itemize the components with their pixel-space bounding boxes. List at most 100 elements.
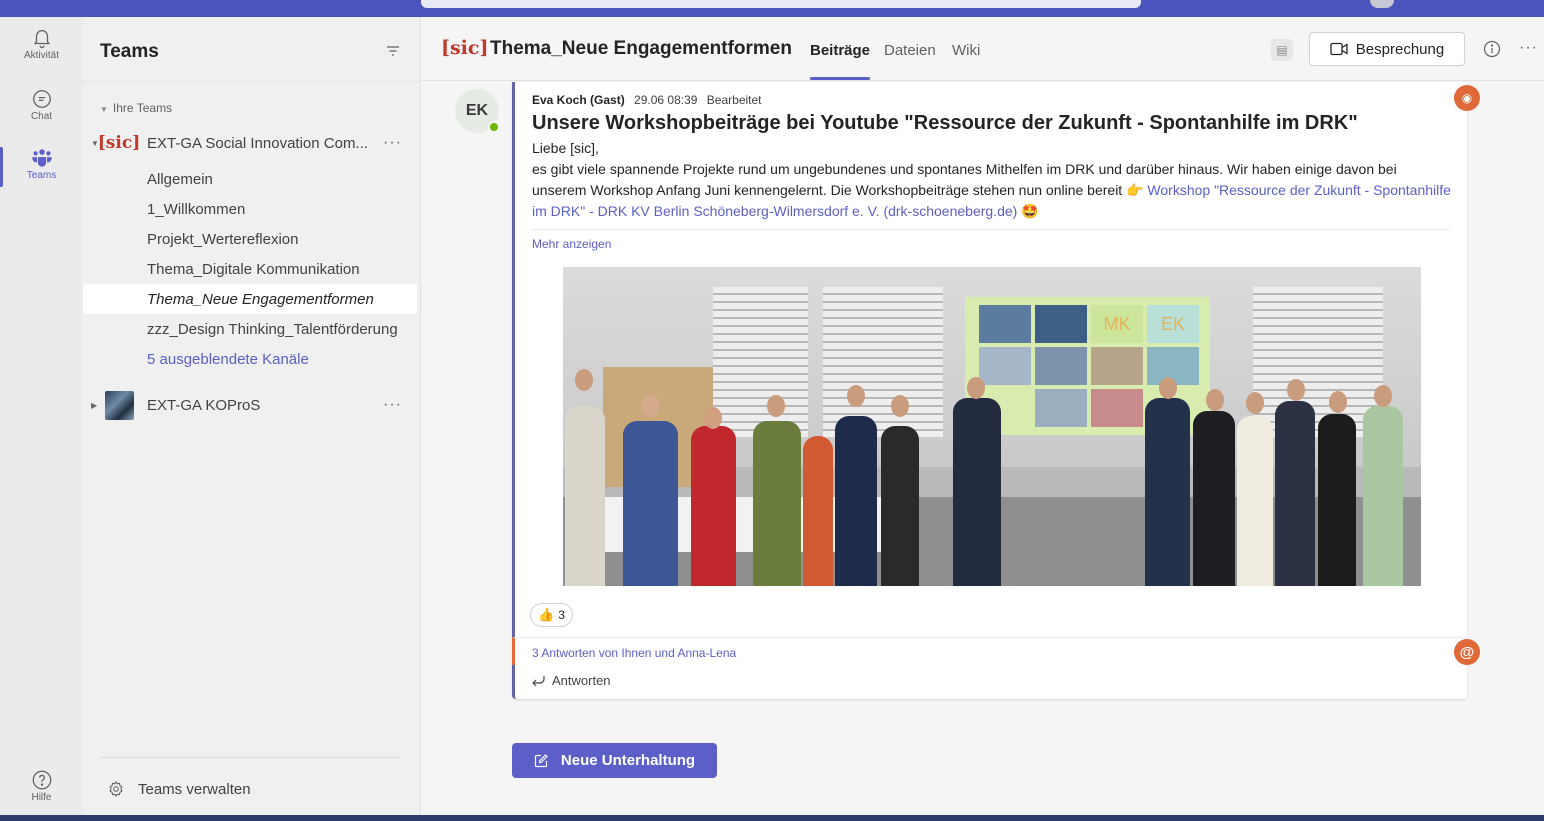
photo-person xyxy=(1237,416,1273,586)
profile-avatar[interactable] xyxy=(1370,0,1394,8)
photo-head xyxy=(967,377,985,399)
photo-video-tile xyxy=(1035,389,1087,427)
hidden-channels-link[interactable]: 5 ausgeblendete Kanäle xyxy=(83,344,417,374)
manage-teams-label: Teams verwalten xyxy=(138,780,251,798)
section-label-text: Ihre Teams xyxy=(112,101,173,115)
photo-head xyxy=(1206,389,1224,411)
channel-neue-engagementformen[interactable]: Thema_Neue Engagementformen xyxy=(83,284,417,314)
video-camera-icon xyxy=(1330,42,1348,56)
photo-person xyxy=(691,426,736,586)
team-logo-kopros xyxy=(105,390,134,420)
presence-available-icon xyxy=(488,121,500,133)
photo-window-blinds xyxy=(713,287,808,437)
panel-bottom-divider xyxy=(100,757,400,758)
pointing-hand-emoji: 👉 xyxy=(1126,182,1144,198)
post-separator xyxy=(532,229,1450,230)
reaction-count: 3 xyxy=(558,608,565,622)
manage-teams-button[interactable]: Teams verwalten xyxy=(107,780,251,798)
channel-title: Thema_Neue Engagementformen xyxy=(490,38,792,59)
photo-head xyxy=(1374,385,1392,407)
show-more-link[interactable]: Mehr anzeigen xyxy=(532,237,611,251)
meeting-button-label: Besprechung xyxy=(1355,40,1445,58)
rail-help[interactable]: Hilfe xyxy=(0,769,83,803)
rail-teams[interactable]: Teams xyxy=(0,147,83,187)
team-social-innovation[interactable]: ▼ [sic] EXT-GA Social Innovation Com... … xyxy=(83,128,421,158)
photo-video-tile xyxy=(1091,347,1143,385)
author-avatar[interactable]: EK xyxy=(455,89,500,133)
photo-video-tile xyxy=(1035,305,1087,343)
caret-right-icon: ▶ xyxy=(91,400,98,410)
meeting-button[interactable]: Besprechung xyxy=(1309,32,1465,66)
photo-head xyxy=(1329,391,1347,413)
photo-person xyxy=(753,421,801,586)
photo-person xyxy=(1363,406,1403,586)
mention-icon: @ xyxy=(1454,639,1480,665)
channel-digitale-kommunikation[interactable]: Thema_Digitale Kommunikation xyxy=(83,254,417,284)
photo-person xyxy=(835,416,877,586)
photo-head xyxy=(575,369,593,391)
channel-post: Eva Koch (Gast) 29.06 08:39 Bearbeitet U… xyxy=(512,82,1467,699)
photo-person xyxy=(1145,398,1190,586)
channel-allgemein[interactable]: Allgemein xyxy=(83,164,417,194)
post-author[interactable]: Eva Koch (Gast) xyxy=(532,93,625,107)
caret-down-icon: ▼ xyxy=(100,105,108,114)
tab-dateien[interactable]: Dateien xyxy=(884,42,936,59)
post-time: 29.06 08:39 xyxy=(634,93,698,107)
panel-divider xyxy=(83,81,420,82)
post-meta: Eva Koch (Gast) 29.06 08:39 Bearbeitet xyxy=(532,93,762,107)
teams-icon xyxy=(31,149,52,167)
post-subject: Unsere Workshopbeiträge bei Youtube "Res… xyxy=(532,112,1358,134)
photo-person xyxy=(565,406,605,586)
section-your-teams[interactable]: ▼ Ihre Teams xyxy=(100,101,172,115)
group-icon: ◉ xyxy=(1454,85,1480,111)
reply-arrow-icon xyxy=(532,675,545,686)
compose-icon xyxy=(534,753,548,767)
like-reaction[interactable]: 👍 3 xyxy=(530,603,573,627)
photo-window-blinds xyxy=(823,287,943,437)
photo-head xyxy=(767,395,785,417)
channel-wertereflexion[interactable]: Projekt_Wertereflexion xyxy=(83,224,417,254)
chat-icon xyxy=(32,90,51,108)
more-options-icon[interactable]: ··· xyxy=(383,134,402,152)
photo-person xyxy=(881,426,919,586)
rail-activity[interactable]: Aktivität xyxy=(0,27,83,61)
filter-icon[interactable] xyxy=(385,43,401,59)
bottom-bar xyxy=(0,815,1544,821)
photo-head xyxy=(891,395,909,417)
more-options-icon[interactable]: ··· xyxy=(383,396,402,414)
rail-activity-label: Aktivität xyxy=(23,50,59,61)
channel-design-thinking[interactable]: zzz_Design Thinking_Talentförderung xyxy=(83,314,417,344)
team-kopros[interactable]: ▶ EXT-GA KOProS ··· xyxy=(83,390,421,420)
photo-video-tile xyxy=(1091,389,1143,427)
photo-person xyxy=(1193,411,1235,586)
teams-panel: Teams ▼ Ihre Teams ▼ [sic] EXT-GA Social … xyxy=(83,17,421,815)
clipboard-icon[interactable]: ▤ xyxy=(1271,39,1293,61)
reply-label: Antworten xyxy=(552,673,611,688)
thumbs-up-icon: 👍 xyxy=(538,607,555,622)
new-conversation-button[interactable]: Neue Unterhaltung xyxy=(512,743,717,778)
tab-beitraege[interactable]: Beiträge xyxy=(810,42,871,80)
search-box[interactable] xyxy=(421,0,1141,8)
channel-willkommen[interactable]: 1_Willkommen xyxy=(83,194,417,224)
photo-video-tile-ek: EK xyxy=(1147,305,1199,343)
replies-link[interactable]: 3 Antworten von Ihnen und Anna-Lena xyxy=(532,646,736,660)
info-icon[interactable] xyxy=(1483,40,1501,58)
star-eyes-emoji: 🤩 xyxy=(1021,203,1039,219)
photo-video-tile xyxy=(979,305,1031,343)
reply-button[interactable]: Antworten xyxy=(530,673,611,688)
photo-head xyxy=(704,407,722,429)
rail-chat[interactable]: Chat xyxy=(0,88,83,122)
photo-head xyxy=(847,385,865,407)
bell-icon xyxy=(33,30,50,49)
more-options-icon[interactable]: ··· xyxy=(1519,39,1538,57)
avatar-initials: EK xyxy=(465,102,489,119)
post-body: Liebe [sic], es gibt viele spannende Pro… xyxy=(532,138,1452,222)
photo-person xyxy=(953,398,1001,586)
new-conversation-label: Neue Unterhaltung xyxy=(560,752,696,769)
tab-wiki[interactable]: Wiki xyxy=(952,42,980,59)
team-name: EXT-GA Social Innovation Com... xyxy=(147,134,368,152)
rail-chat-label: Chat xyxy=(30,111,53,122)
top-bar xyxy=(0,0,1544,17)
workshop-group-photo[interactable]: MK EK xyxy=(563,267,1421,586)
channel-main: [sic] Thema_Neue Engagementformen Beiträ… xyxy=(421,17,1544,815)
